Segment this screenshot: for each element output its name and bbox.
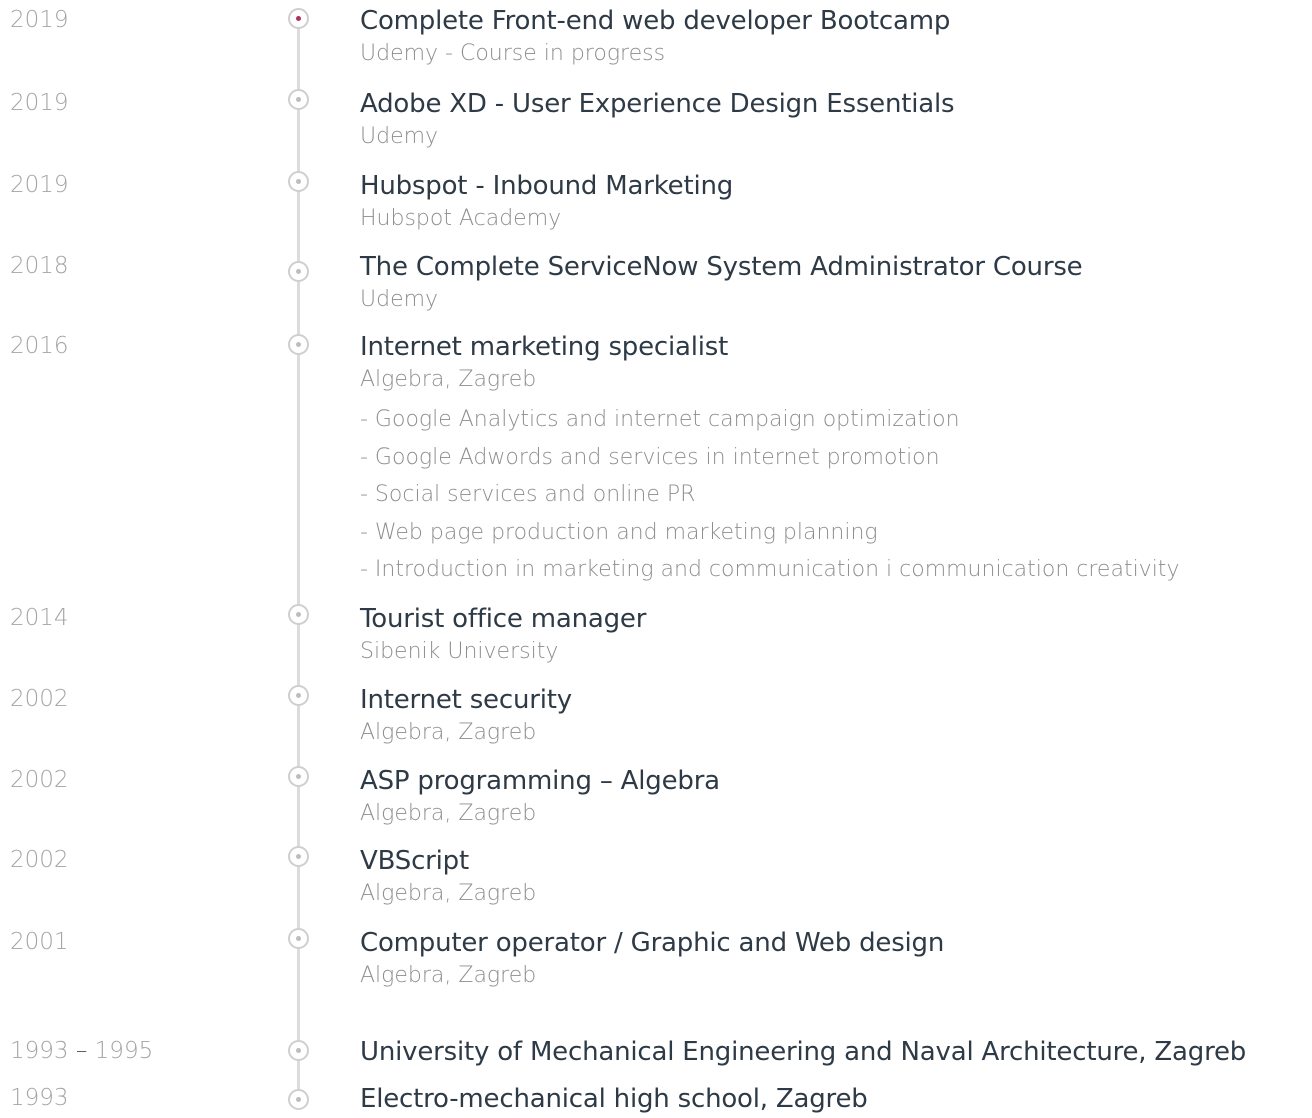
entry-title: The Complete ServiceNow System Administr… — [360, 252, 1083, 282]
entry-content: Computer operator / Graphic and Web desi… — [360, 927, 1312, 993]
circle-dot-icon — [288, 604, 309, 625]
entry-content: Hubspot - Inbound Marketing Hubspot Acad… — [360, 170, 1312, 236]
entry-subtitle: Udemy — [360, 287, 439, 312]
circle-dot-icon — [288, 685, 309, 706]
circle-dot-icon — [288, 766, 309, 787]
entry-title: Internet marketing specialist — [360, 332, 729, 362]
year-end: 1995 — [94, 1038, 154, 1064]
entry-content: VBScript Algebra, Zagreb — [360, 845, 1312, 911]
entry-title: Complete Front-end web developer Bootcam… — [360, 6, 951, 36]
entry-year: 2019 — [10, 7, 69, 33]
circle-dot-icon — [288, 1040, 309, 1061]
circle-dot-icon — [288, 89, 309, 110]
entry-details: - Google Analytics and internet campaign… — [360, 401, 1312, 589]
entry-title: VBScript — [360, 846, 469, 876]
entry-year: 2001 — [10, 929, 69, 955]
entry-year: 2019 — [10, 172, 69, 198]
circle-dot-icon — [288, 261, 309, 282]
circle-dot-icon — [288, 171, 309, 192]
entry-content: ASP programming – Algebra Algebra, Zagre… — [360, 765, 1312, 831]
entry-title: Computer operator / Graphic and Web desi… — [360, 928, 945, 958]
entry-title: Internet security — [360, 685, 572, 715]
entry-content: Electro-mechanical high school, Zagreb — [360, 1083, 1312, 1115]
detail-item: - Google Adwords and services in interne… — [360, 444, 940, 470]
entry-year: 2002 — [10, 767, 69, 793]
circle-dot-icon — [288, 846, 309, 867]
entry-title: University of Mechanical Engineering and… — [360, 1037, 1247, 1067]
entry-year: 2014 — [10, 605, 69, 631]
year-separator: – — [75, 1038, 88, 1064]
circle-dot-icon — [288, 1089, 309, 1110]
detail-item: - Google Analytics and internet campaign… — [360, 407, 960, 432]
entry-year: 2002 — [10, 686, 69, 712]
detail-item: - Web page production and marketing plan… — [360, 519, 878, 545]
education-timeline: 2019 Complete Front-end web developer Bo… — [0, 0, 1312, 1118]
entry-subtitle: Hubspot Academy — [360, 206, 562, 231]
entry-subtitle: Sibenik University — [360, 639, 559, 664]
circle-dot-icon-active — [288, 8, 309, 29]
entry-title: Electro-mechanical high school, Zagreb — [360, 1084, 868, 1114]
entry-title: Adobe XD - User Experience Design Essent… — [360, 89, 955, 119]
entry-year: 2002 — [10, 847, 69, 873]
entry-subtitle: Algebra, Zagreb — [360, 881, 537, 906]
entry-content: Complete Front-end web developer Bootcam… — [360, 5, 1312, 71]
entry-content: The Complete ServiceNow System Administr… — [360, 251, 1312, 317]
entry-content: Internet security Algebra, Zagreb — [360, 684, 1312, 750]
entry-year: 1993 — [10, 1085, 69, 1111]
entry-year: 2019 — [10, 90, 69, 116]
entry-content: Tourist office manager Sibenik Universit… — [360, 603, 1312, 669]
circle-dot-icon — [288, 928, 309, 949]
entry-subtitle: Algebra, Zagreb — [360, 963, 537, 988]
entry-year-range: 1993 – 1995 — [10, 1036, 153, 1066]
entry-content: Adobe XD - User Experience Design Essent… — [360, 88, 1312, 154]
entry-title: Tourist office manager — [360, 604, 647, 634]
entry-content: Internet marketing specialist Algebra, Z… — [360, 331, 1312, 589]
entry-subtitle: Algebra, Zagreb — [360, 801, 537, 826]
detail-item: - Introduction in marketing and communic… — [360, 557, 1180, 582]
entry-year: 2016 — [10, 333, 69, 359]
entry-subtitle: Algebra, Zagreb — [360, 720, 537, 745]
entry-title: ASP programming – Algebra — [360, 766, 720, 796]
entry-title: Hubspot - Inbound Marketing — [360, 171, 734, 201]
entry-content: University of Mechanical Engineering and… — [360, 1036, 1312, 1068]
detail-item: - Social services and online PR — [360, 482, 696, 507]
year-start: 1993 — [10, 1038, 69, 1064]
entry-subtitle: Udemy - Course in progress — [360, 41, 666, 66]
entry-subtitle: Udemy — [360, 124, 439, 149]
entry-subtitle: Algebra, Zagreb — [360, 367, 537, 392]
circle-dot-icon — [288, 334, 309, 355]
entry-year: 2018 — [10, 253, 69, 279]
